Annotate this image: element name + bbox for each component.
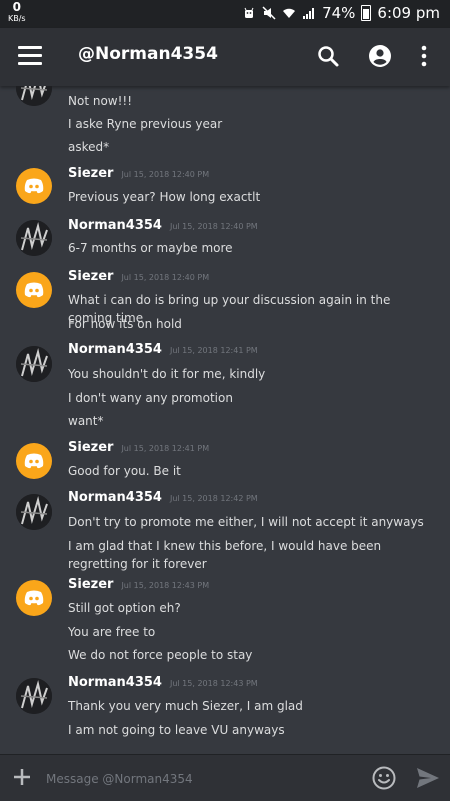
discord-avatar[interactable] [16, 168, 52, 204]
status-icons: 74% 6:09 pm [242, 4, 440, 22]
network-speed-unit: KB/s [8, 14, 26, 23]
message-text: Thank you very much Siezer, I am glad [68, 699, 303, 713]
plus-icon[interactable] [12, 767, 32, 787]
battery-percent: 74% [322, 4, 356, 22]
author-name[interactable]: Norman4354 [68, 675, 162, 690]
message-header: Siezer Jul 15, 2018 12:40 PM [68, 269, 209, 284]
network-speed: 0 KB/s [8, 0, 26, 24]
timestamp: Jul 15, 2018 12:43 PM [169, 679, 258, 688]
author-name[interactable]: Siezer [68, 440, 113, 455]
timestamp: Jul 15, 2018 12:42 PM [169, 494, 258, 503]
author-name[interactable]: Siezer [68, 166, 113, 181]
battery-icon [361, 5, 372, 21]
discord-avatar[interactable] [16, 272, 52, 308]
android-icon [244, 7, 254, 18]
author-name[interactable]: Norman4354 [68, 342, 162, 357]
message-header: Siezer Jul 15, 2018 12:40 PM [68, 166, 209, 181]
discord-avatar[interactable] [16, 580, 52, 616]
user-avatar[interactable] [16, 86, 52, 106]
user-avatar[interactable] [16, 494, 52, 530]
search-icon[interactable] [316, 44, 340, 68]
message-text: I aske Ryne previous year [68, 117, 223, 131]
mute-icon [262, 6, 276, 20]
network-speed-value: 0 [12, 0, 21, 14]
message-text: Previous year? How long exactlt [68, 190, 261, 204]
discord-logo-icon [24, 590, 44, 606]
message-text: asked* [68, 140, 110, 154]
message-text: I don't wany any promotion [68, 391, 233, 405]
send-icon[interactable] [416, 767, 440, 789]
message-text: Good for you. Be it [68, 464, 181, 478]
message-composer [0, 754, 450, 801]
message-header: Siezer Jul 15, 2018 12:43 PM [68, 577, 209, 592]
discord-logo-icon [24, 453, 44, 469]
author-name[interactable]: Norman4354 [68, 490, 162, 505]
message-header: Norman4354 Jul 15, 2018 12:43 PM [68, 675, 258, 690]
message-text: want* [68, 414, 104, 428]
message-text: We do not force people to stay [68, 648, 253, 662]
message-header: Norman4354 Jul 15, 2018 12:42 PM [68, 490, 258, 505]
message-header: Siezer Jul 15, 2018 12:41 PM [68, 440, 209, 455]
timestamp: Jul 15, 2018 12:40 PM [121, 273, 210, 282]
author-name[interactable]: Siezer [68, 577, 113, 592]
message-text: I am not going to leave VU anyways [68, 723, 285, 737]
signal-icon [303, 8, 315, 19]
profile-icon[interactable] [368, 44, 392, 68]
message-text: You shouldn't do it for me, kindly [68, 367, 266, 381]
user-avatar[interactable] [16, 678, 52, 714]
more-icon[interactable] [420, 44, 428, 68]
message-list[interactable]: Not now!!! I aske Ryne previous year ask… [0, 86, 450, 754]
status-bar: 0 KB/s 74% 6:09 pm [0, 0, 450, 28]
user-avatar[interactable] [16, 220, 52, 256]
menu-icon[interactable] [18, 46, 42, 68]
clock: 6:09 pm [377, 4, 440, 22]
message-text: For now its on hold [68, 317, 182, 331]
message-text: 6-7 months or maybe more [68, 241, 233, 255]
app-bar: @Norman4354 [0, 28, 450, 86]
discord-logo-icon [24, 178, 44, 194]
message-text: Not now!!! [68, 94, 133, 108]
timestamp: Jul 15, 2018 12:40 PM [169, 222, 258, 231]
wifi-icon [283, 8, 296, 18]
message-input[interactable] [44, 767, 348, 791]
message-text: Still got option eh? [68, 601, 181, 615]
timestamp: Jul 15, 2018 12:41 PM [169, 346, 258, 355]
discord-logo-icon [24, 282, 44, 298]
author-name[interactable]: Norman4354 [68, 218, 162, 233]
channel-title: @Norman4354 [78, 44, 218, 64]
emoji-icon[interactable] [372, 766, 396, 790]
message-header: Norman4354 Jul 15, 2018 12:41 PM [68, 342, 258, 357]
discord-avatar[interactable] [16, 443, 52, 479]
user-avatar[interactable] [16, 346, 52, 382]
message-text: I am glad that I knew this before, I wou… [68, 539, 382, 571]
message-header: Norman4354 Jul 15, 2018 12:40 PM [68, 218, 258, 233]
message-text: You are free to [68, 625, 156, 639]
timestamp: Jul 15, 2018 12:40 PM [121, 170, 210, 179]
message-text: Don't try to promote me either, I will n… [68, 515, 424, 529]
timestamp: Jul 15, 2018 12:41 PM [121, 444, 210, 453]
timestamp: Jul 15, 2018 12:43 PM [121, 581, 210, 590]
author-name[interactable]: Siezer [68, 269, 113, 284]
